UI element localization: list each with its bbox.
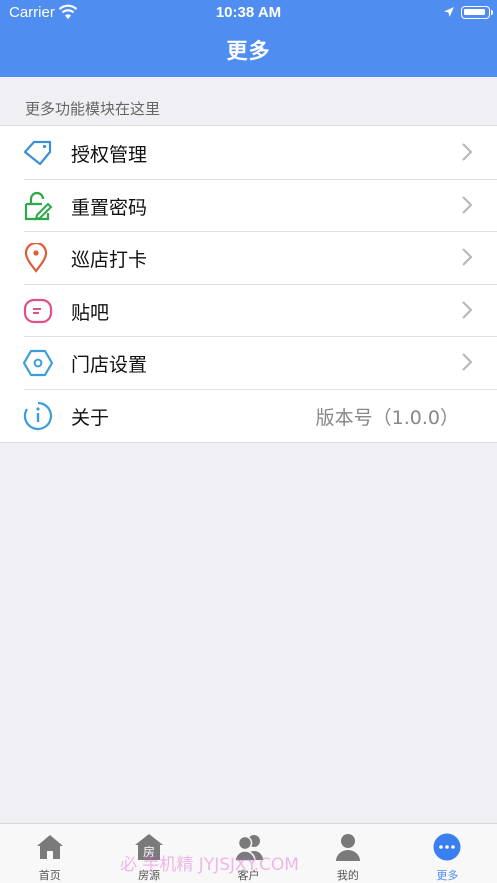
tab-home[interactable]: 首页 <box>0 824 99 883</box>
tag-icon <box>23 140 52 166</box>
page-title: 更多 <box>226 39 271 63</box>
tab-mine[interactable]: 我的 <box>298 824 397 883</box>
chevron-right-icon <box>462 301 473 319</box>
tab-listings[interactable]: 房 房源 <box>99 824 198 883</box>
menu-item-reset-password[interactable]: 重置密码 <box>0 178 497 232</box>
user-icon <box>335 834 360 861</box>
tab-label: 首页 <box>38 869 61 882</box>
location-arrow-icon <box>444 7 454 17</box>
house-icon-text: 房 <box>143 844 155 859</box>
hexagon-settings-icon <box>22 350 54 377</box>
tab-label: 我的 <box>336 869 359 882</box>
tab-label: 房源 <box>138 869 161 882</box>
chevron-right-icon <box>462 195 473 214</box>
menu-item-about[interactable]: 关于 版本号（1.0.0） <box>0 388 497 442</box>
version-value: 版本号（1.0.0） <box>315 406 459 429</box>
battery-icon <box>461 6 493 19</box>
more-menu-list: 授权管理 重置密码 巡店打卡 贴吧 门店设置 关于 版本号（1.0.0） <box>0 125 497 443</box>
menu-item-store-checkin[interactable]: 巡店打卡 <box>0 231 497 284</box>
menu-item-store-settings[interactable]: 门店设置 <box>0 336 497 389</box>
chevron-right-icon <box>462 353 473 372</box>
users-icon <box>233 835 263 862</box>
info-icon <box>23 401 53 431</box>
location-pin-icon <box>24 243 48 273</box>
menu-item-label: 贴吧 <box>71 301 110 324</box>
home-icon <box>36 835 63 859</box>
section-hint: 更多功能模块在这里 <box>25 100 161 118</box>
status-bar: Carrier 10:38 AM <box>0 0 497 26</box>
menu-item-label: 授权管理 <box>71 144 148 166</box>
tab-more[interactable]: 更多 <box>398 824 497 883</box>
menu-item-label: 重置密码 <box>71 196 148 219</box>
tab-label: 客户 <box>237 869 260 882</box>
tab-customers[interactable]: 客户 <box>199 824 298 883</box>
unlock-edit-icon <box>24 191 53 220</box>
tab-bar: 首页 房 房源 客户 我的 更多 <box>0 823 497 883</box>
menu-item-label: 门店设置 <box>71 354 148 377</box>
more-icon <box>433 833 461 861</box>
tab-label: 更多 <box>436 869 459 882</box>
menu-item-forum[interactable]: 贴吧 <box>0 283 497 337</box>
menu-item-authorization[interactable]: 授权管理 <box>0 126 497 179</box>
menu-item-label: 关于 <box>71 406 110 429</box>
message-icon <box>23 298 53 323</box>
nav-header: Carrier 10:38 AM 更多 <box>0 0 497 77</box>
house-icon: 房 <box>135 834 164 860</box>
status-time: 10:38 AM <box>215 4 282 21</box>
chevron-right-icon <box>462 248 473 266</box>
chevron-right-icon <box>462 143 473 161</box>
menu-item-label: 巡店打卡 <box>71 249 148 272</box>
